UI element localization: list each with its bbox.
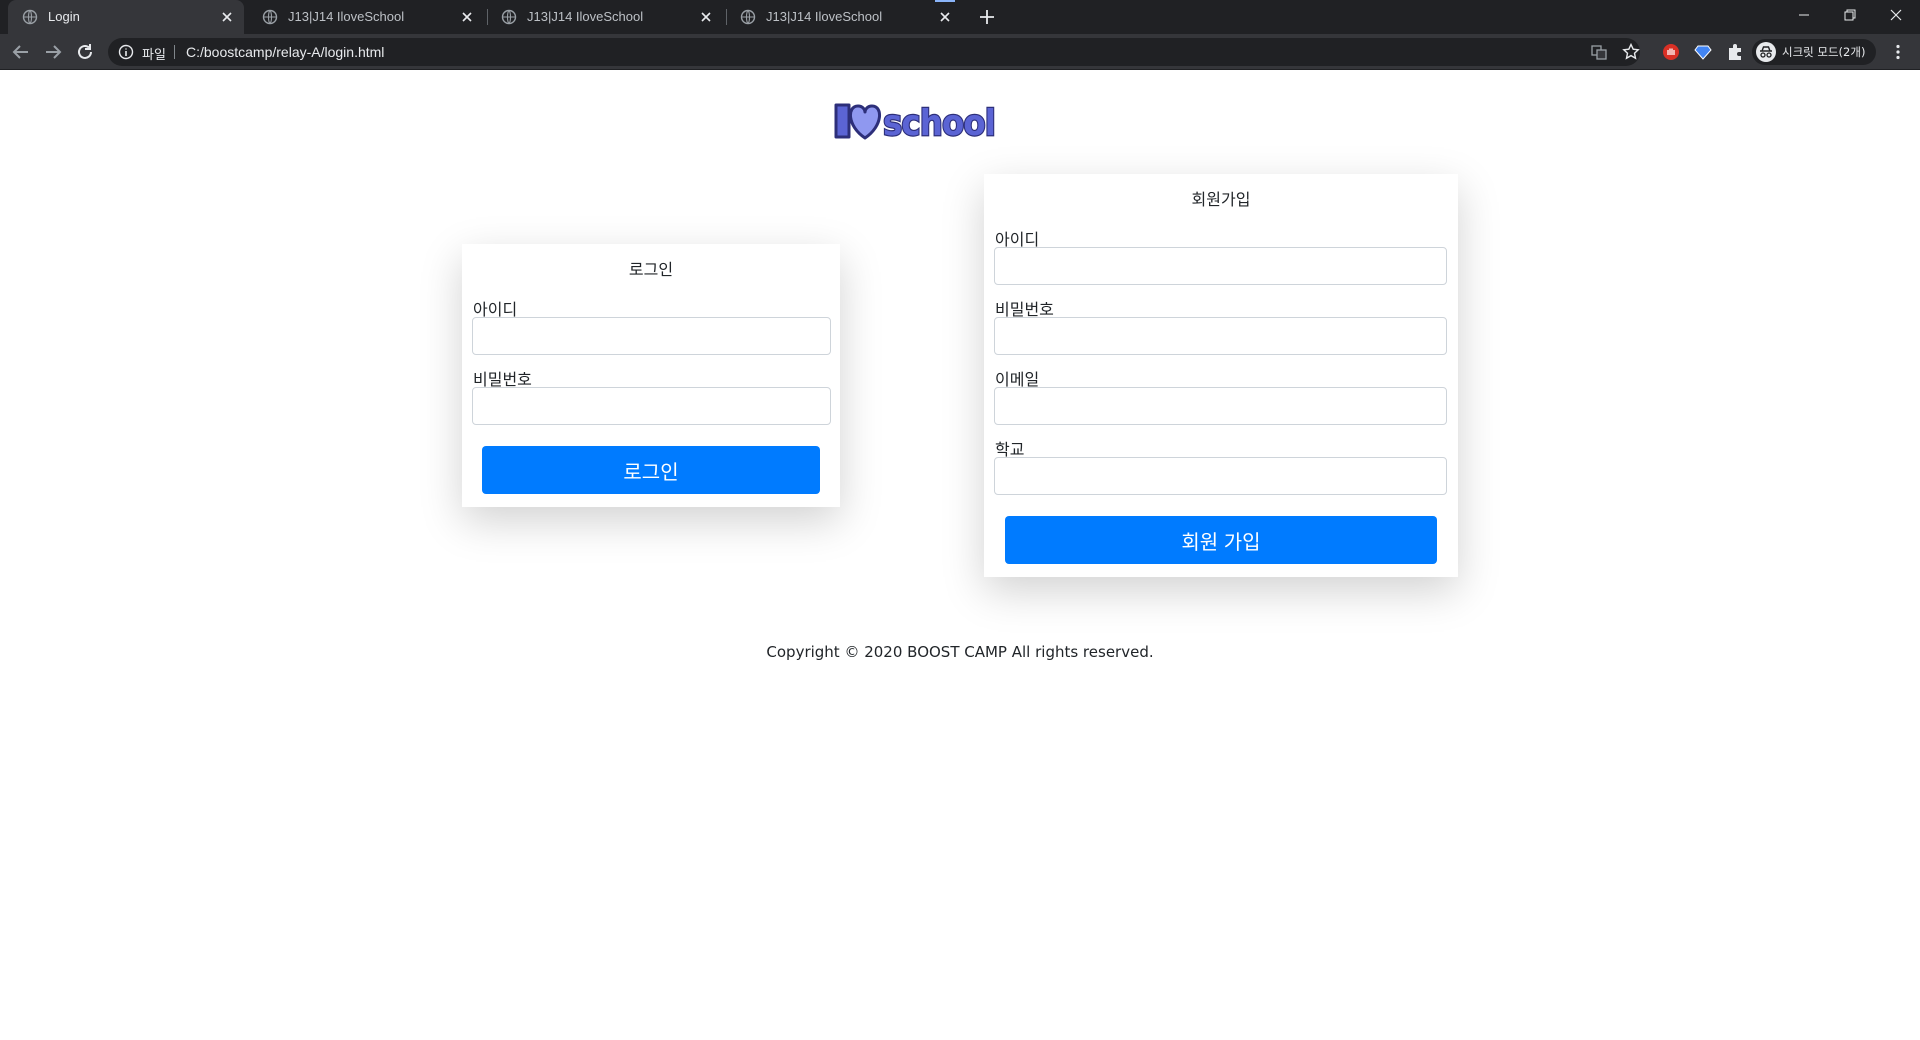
- signup-id-input[interactable]: [994, 247, 1447, 285]
- globe-icon: [262, 9, 278, 25]
- footer-copyright: Copyright © 2020 BOOST CAMP All rights r…: [766, 643, 1154, 661]
- login-title: 로그인: [628, 260, 674, 279]
- tab-title: J13|J14 IloveSchool: [527, 9, 644, 24]
- login-button[interactable]: 로그인: [482, 446, 820, 494]
- incognito-icon: [1756, 42, 1776, 62]
- globe-icon: [501, 9, 517, 25]
- svg-text:school: school: [883, 103, 995, 144]
- login-card: 로그인 아이디 비밀번호 로그인: [462, 244, 840, 507]
- close-tab-icon[interactable]: [936, 8, 954, 26]
- tab-title: J13|J14 IloveSchool: [766, 9, 883, 24]
- globe-icon: [22, 9, 38, 25]
- address-divider: [174, 45, 175, 59]
- minimize-icon[interactable]: [1781, 0, 1827, 30]
- signup-password-input[interactable]: [994, 317, 1447, 355]
- new-tab-plus-icon[interactable]: [977, 7, 997, 27]
- signup-title: 회원가입: [1191, 190, 1251, 209]
- close-tab-icon[interactable]: [697, 8, 715, 26]
- tab-drag-indicator: [935, 0, 955, 2]
- stop-hand-extension-icon[interactable]: [1661, 42, 1681, 62]
- iloveschool-logo[interactable]: school: [833, 98, 997, 145]
- tab-iloveschool-3[interactable]: J13|J14 IloveSchool: [726, 0, 962, 34]
- diamond-extension-icon[interactable]: [1693, 42, 1713, 62]
- page-content: school 로그인 아이디 비밀번호 로그인 회원가입 아이디 비밀번호 이메…: [0, 71, 1920, 1040]
- logo-graphic: school: [834, 102, 997, 145]
- restore-icon[interactable]: [1827, 0, 1873, 30]
- tab-iloveschool-1[interactable]: J13|J14 IloveSchool: [248, 0, 484, 34]
- signup-email-input[interactable]: [994, 387, 1447, 425]
- translate-icon[interactable]: [1589, 42, 1609, 62]
- address-bar[interactable]: 파일 C:/boostcamp/relay-A/login.html: [108, 38, 1640, 66]
- signup-button[interactable]: 회원 가입: [1005, 516, 1437, 564]
- address-scheme-label: 파일: [142, 48, 166, 63]
- signup-school-input[interactable]: [994, 457, 1447, 495]
- info-icon[interactable]: [118, 44, 134, 60]
- login-id-input[interactable]: [472, 317, 831, 355]
- profile-label: 시크릿 모드(2개): [1782, 45, 1866, 59]
- tab-iloveschool-2[interactable]: J13|J14 IloveSchool: [487, 0, 723, 34]
- login-password-input[interactable]: [472, 387, 831, 425]
- reload-icon[interactable]: [73, 40, 97, 64]
- tab-title: J13|J14 IloveSchool: [288, 9, 405, 24]
- back-arrow-icon[interactable]: [9, 40, 33, 64]
- signup-card: 회원가입 아이디 비밀번호 이메일 학교 회원 가입: [984, 174, 1458, 577]
- close-tab-icon[interactable]: [218, 8, 236, 26]
- globe-icon: [740, 9, 756, 25]
- kebab-menu-icon[interactable]: [1888, 42, 1908, 62]
- forward-arrow-icon[interactable]: [41, 40, 65, 64]
- address-url[interactable]: C:/boostcamp/relay-A/login.html: [186, 44, 384, 60]
- extensions-puzzle-icon[interactable]: [1725, 42, 1745, 62]
- tab-title: Login: [48, 9, 80, 24]
- tab-strip: Login J13|J14 IloveSchool J13|J14 IloveS…: [0, 0, 1920, 34]
- bookmark-star-icon[interactable]: [1621, 42, 1641, 62]
- close-window-icon[interactable]: [1873, 0, 1919, 30]
- tab-login[interactable]: Login: [8, 0, 244, 34]
- close-tab-icon[interactable]: [458, 8, 476, 26]
- incognito-profile-button[interactable]: 시크릿 모드(2개): [1752, 39, 1876, 65]
- browser-toolbar: 파일 C:/boostcamp/relay-A/login.html 시크릿 모…: [0, 34, 1920, 70]
